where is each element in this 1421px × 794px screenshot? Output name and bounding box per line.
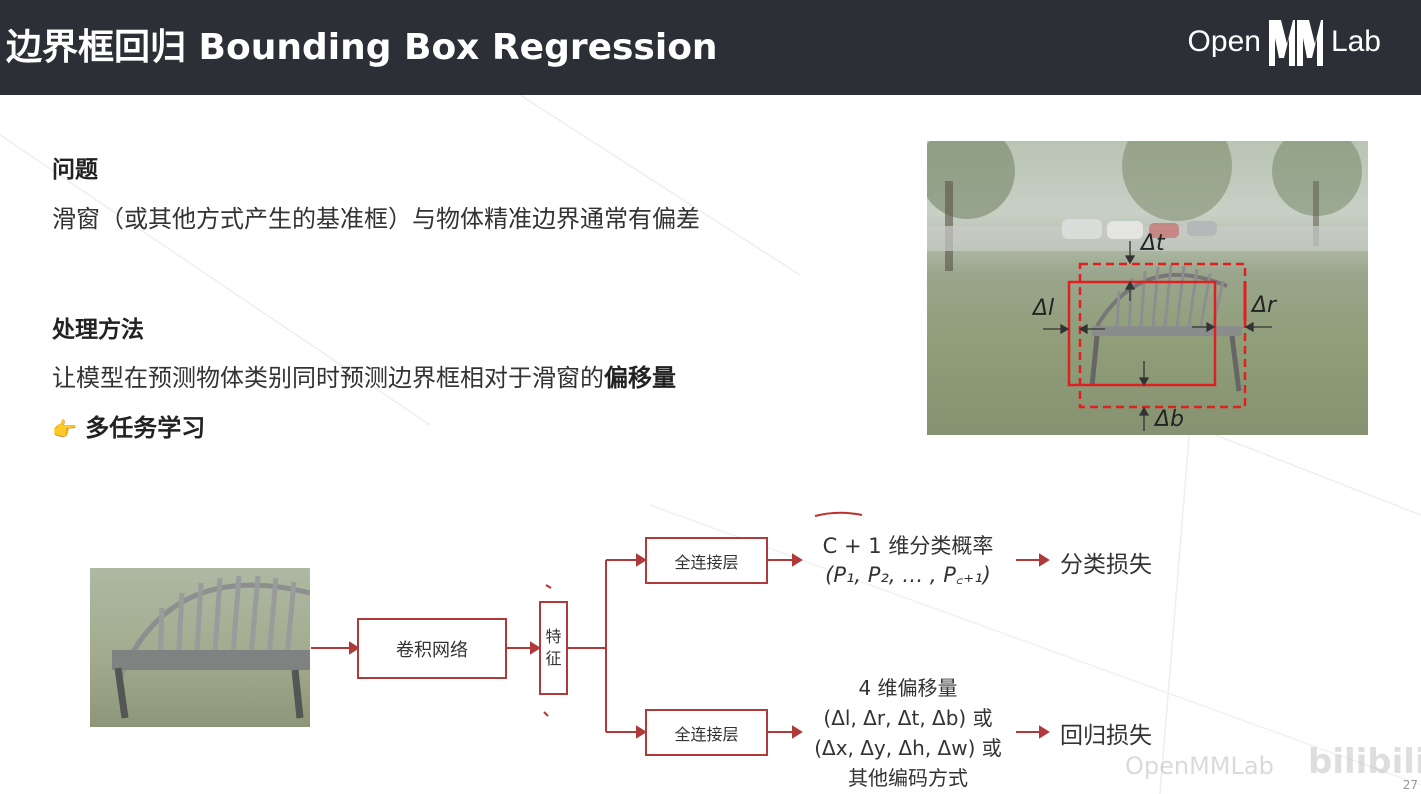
page-number: 27 — [1402, 778, 1418, 792]
feature-label-2: 征 — [545, 649, 562, 668]
classification-output-line1: C + 1 维分类概率 — [822, 534, 994, 558]
openmmlab-watermark: OpenMMLab — [1125, 752, 1274, 780]
regression-output: 4 维偏移量 (Δl, Δr, Δt, Δb) 或 (Δx, Δy, Δh, Δ… — [802, 673, 1014, 793]
regression-output-line2: (Δl, Δr, Δt, Δb) 或 — [823, 706, 993, 730]
flow-connectors — [311, 511, 1050, 739]
fc-layer-top-box: 全连接层 — [645, 537, 768, 584]
regression-output-line1: 4 维偏移量 — [858, 676, 958, 700]
feature-box: 特 征 — [539, 601, 568, 695]
classification-output: C + 1 维分类概率 (P₁, P₂, … , P꜀₊₁) — [802, 532, 1014, 590]
regression-output-line3: (Δx, Δy, Δh, Δw) 或 — [814, 736, 1002, 760]
feature-label-1: 特 — [545, 627, 562, 646]
fc-layer-bottom-box: 全连接层 — [645, 709, 768, 756]
cnn-box: 卷积网络 — [357, 618, 507, 679]
regression-loss-label: 回归损失 — [1060, 723, 1152, 749]
regression-output-line4: 其他编码方式 — [848, 766, 968, 790]
classification-loss-label: 分类损失 — [1060, 552, 1152, 578]
classification-output-line2: (P₁, P₂, … , P꜀₊₁) — [825, 563, 991, 587]
bilibili-watermark: bilibili — [1308, 742, 1421, 782]
